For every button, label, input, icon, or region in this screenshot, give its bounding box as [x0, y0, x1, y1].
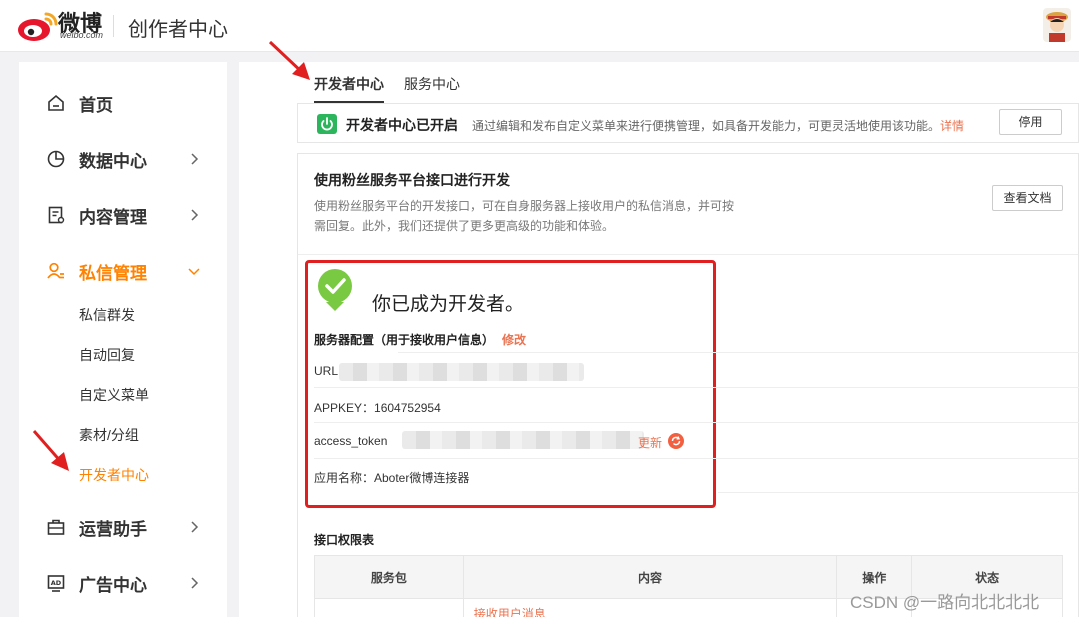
- divider: [298, 254, 1078, 255]
- user-icon: [47, 262, 64, 279]
- row-divider: [314, 387, 1079, 388]
- header-divider: [113, 15, 114, 37]
- row-divider: [314, 458, 1079, 459]
- sidebar-item-label: 内容管理: [79, 207, 147, 227]
- main-content: 开发者中心 服务中心 开发者中心已开启 通过编辑和发布自定义菜单来进行便携管理，…: [239, 62, 1079, 617]
- chevron-right-icon: [191, 577, 199, 589]
- details-link[interactable]: 详情: [940, 119, 964, 133]
- table-cell: [314, 598, 464, 617]
- watermark: CSDN @一路向北北北北: [850, 593, 1040, 612]
- row-divider: [718, 492, 1079, 493]
- sidebar-item-label: 私信管理: [79, 263, 147, 283]
- sidebar-subitem-developer-center[interactable]: 开发者中心: [79, 465, 149, 485]
- redacted-token: [402, 431, 644, 449]
- developer-panel: 使用粉丝服务平台接口进行开发 使用粉丝服务平台的开发接口，可在自身服务器上接收用…: [297, 153, 1079, 617]
- chevron-right-icon: [191, 209, 199, 221]
- sidebar-item-label: 运营助手: [79, 519, 147, 539]
- refresh-icon[interactable]: [668, 433, 684, 449]
- sidebar-item-operations[interactable]: 运营助手: [19, 507, 227, 547]
- sidebar-item-home[interactable]: 首页: [19, 83, 227, 123]
- sidebar-item-ads[interactable]: AD 广告中心: [19, 563, 227, 603]
- server-config-title: 服务器配置（用于接收用户信息） 修改: [314, 331, 526, 348]
- check-badge-icon: [318, 269, 352, 311]
- chevron-right-icon: [191, 521, 199, 533]
- sidebar-item-content[interactable]: 内容管理: [19, 195, 227, 235]
- appkey-label: APPKEY：1604752954: [314, 401, 441, 415]
- avatar[interactable]: [1043, 8, 1071, 42]
- disable-button[interactable]: 停用: [999, 109, 1062, 135]
- svg-text:AD: AD: [51, 579, 62, 587]
- status-title: 开发者中心已开启: [346, 117, 458, 133]
- sidebar-subitem-mass-message[interactable]: 私信群发: [79, 305, 135, 325]
- power-icon: [317, 114, 337, 134]
- status-description-text: 通过编辑和发布自定义菜单来进行便携管理，如具备开发能力，可更灵活地使用该功能。: [472, 119, 941, 133]
- server-config-label: 服务器配置（用于接收用户信息）: [314, 333, 495, 347]
- app-name-label: 应用名称：Aboter微博连接器: [314, 471, 470, 485]
- edit-config-link[interactable]: 修改: [502, 333, 526, 347]
- avatar-icon: [1043, 8, 1071, 42]
- sidebar-subitem-custom-menu[interactable]: 自定义菜单: [79, 385, 149, 405]
- sidebar-item-label: 数据中心: [79, 151, 147, 171]
- tab-developer-center[interactable]: 开发者中心: [314, 74, 384, 103]
- tab-service-center[interactable]: 服务中心: [404, 74, 460, 101]
- document-icon: [48, 206, 65, 224]
- sidebar-item-label: 广告中心: [79, 575, 147, 595]
- row-divider: [398, 352, 1079, 353]
- redacted-url: [339, 363, 584, 381]
- sidebar: 首页 数据中心 内容管理 私信管理 私信群发 自动回复 自定义菜单 素材/分组 …: [19, 62, 227, 617]
- chevron-right-icon: [191, 153, 199, 165]
- weibo-logo-icon: [18, 12, 58, 41]
- sidebar-item-label: 首页: [79, 95, 113, 115]
- section-title: 使用粉丝服务平台接口进行开发: [314, 172, 510, 188]
- developer-status-bar: 开发者中心已开启 通过编辑和发布自定义菜单来进行便携管理，如具备开发能力，可更灵…: [297, 103, 1079, 143]
- chevron-down-icon: [188, 268, 200, 276]
- sidebar-item-messages[interactable]: 私信管理: [19, 251, 227, 291]
- table-cell[interactable]: 接收用户消息: [462, 598, 838, 617]
- sidebar-item-data-center[interactable]: 数据中心: [19, 139, 227, 179]
- annotation-arrow-icon: [32, 430, 69, 471]
- section-description: 使用粉丝服务平台的开发接口，可在自身服务器上接收用户的私信消息，并可按需回复。此…: [314, 199, 735, 233]
- column-header: 服务包: [314, 555, 464, 599]
- annotation-arrow-icon: [268, 40, 310, 80]
- tab-bar: 开发者中心 服务中心: [314, 62, 1079, 103]
- page-title: 创作者中心: [128, 19, 228, 41]
- home-icon: [48, 94, 64, 111]
- status-description: 通过编辑和发布自定义菜单来进行便携管理，如具备开发能力，可更灵活地使用该功能。详…: [472, 117, 964, 134]
- ad-icon: AD: [47, 575, 65, 592]
- permissions-title: 接口权限表: [314, 533, 375, 547]
- row-divider: [314, 422, 1079, 423]
- view-docs-button[interactable]: 查看文档: [992, 185, 1063, 211]
- column-header: 内容: [462, 555, 838, 599]
- top-bar: 微博 weibo.com 创作者中心: [0, 0, 1079, 52]
- sidebar-subitem-materials[interactable]: 素材/分组: [79, 425, 139, 445]
- refresh-token-link[interactable]: 更新: [638, 434, 662, 451]
- briefcase-icon: [47, 519, 65, 535]
- developer-success-title: 你已成为开发者。: [372, 294, 525, 315]
- sidebar-subitem-auto-reply[interactable]: 自动回复: [79, 345, 135, 365]
- logo-subtext: weibo.com: [60, 30, 104, 40]
- pie-chart-icon: [47, 150, 65, 168]
